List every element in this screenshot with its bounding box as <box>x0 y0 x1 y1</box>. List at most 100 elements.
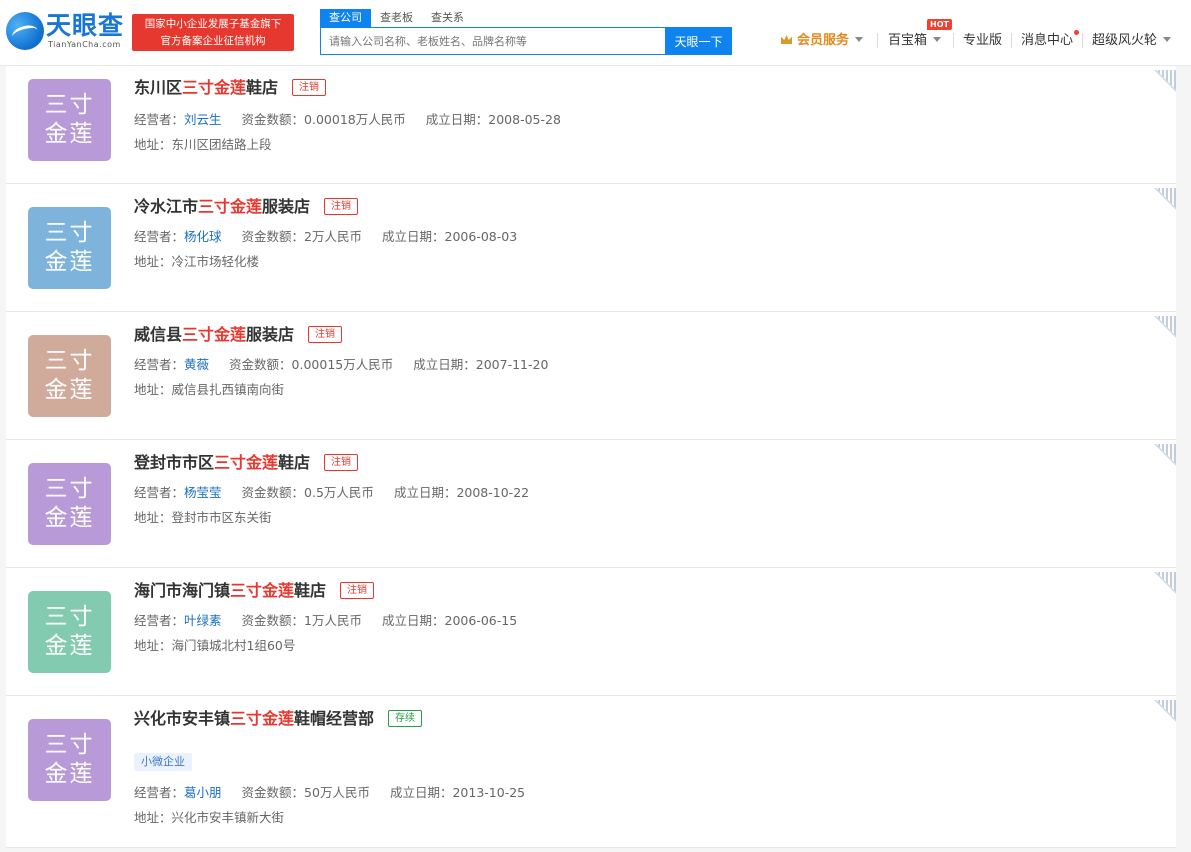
result-card[interactable]: 三寸 金莲 威信县三寸金莲服装店 注销经营者：黄薇 资金数额：0.00015万人民币 成立… <box>6 312 1176 440</box>
slogan-line-1: 国家中小企业发展子基金旗下 <box>144 18 282 30</box>
founded-value: 2008-05-28 <box>488 112 561 127</box>
tab-search-company[interactable]: 查公司 <box>320 9 371 27</box>
company-name-link[interactable]: 威信县三寸金莲服装店 注销 <box>134 324 343 346</box>
founded-value: 2013-10-25 <box>452 785 526 800</box>
company-avatar[interactable]: 三寸 金莲 <box>28 719 111 801</box>
nav-baibaoxiang[interactable]: 百宝箱 <box>888 32 942 50</box>
company-name-highlight: 三寸金莲 <box>214 453 279 472</box>
company-avatar[interactable]: 三寸 金莲 <box>28 79 111 161</box>
qr-code-icon[interactable] <box>1154 572 1176 594</box>
operator-link[interactable]: 杨化球 <box>184 229 222 244</box>
address-label: 地址： <box>134 382 172 397</box>
company-name-suffix: 鞋帽经营部 <box>294 709 375 728</box>
operator-field: 经营者：葛小朋 <box>134 785 222 800</box>
company-name-highlight: 三寸金莲 <box>182 78 247 97</box>
qr-code-icon[interactable] <box>1154 70 1176 92</box>
operator-label: 经营者： <box>134 229 185 244</box>
result-card[interactable]: 三寸 金莲 冷水江市三寸金莲服装店 注销 经营者：杨化球 资金数额：2万人民币 成立日期：2… <box>6 184 1176 312</box>
nav-vip-label: 会员服务 <box>797 33 850 48</box>
founded-field: 成立日期：2008-05-28 <box>426 112 561 127</box>
company-name-highlight: 三寸金莲 <box>230 709 295 728</box>
company-avatar[interactable]: 三寸 金莲 <box>28 335 111 417</box>
qr-code-icon[interactable] <box>1154 700 1176 722</box>
qr-code-icon[interactable] <box>1154 444 1176 466</box>
nav-message-center[interactable]: 消息中心 <box>1021 32 1073 50</box>
founded-value: 2008-10-22 <box>456 485 530 500</box>
company-meta: 经营者：叶绿素 资金数额：1万人民币 成立日期：2006-06-15 <box>134 612 537 630</box>
company-meta: 经营者：黄薇 资金数额：0.00015万人民币 成立日期：2007-11-20 <box>134 356 568 374</box>
company-avatar[interactable]: 三寸 金莲 <box>28 207 111 289</box>
operator-label: 经营者： <box>134 613 185 628</box>
address-field: 地址：东川区团结路上段 <box>134 136 272 154</box>
founded-field: 成立日期：2006-06-15 <box>382 613 517 628</box>
founded-field: 成立日期：2013-10-25 <box>390 785 525 800</box>
result-card[interactable]: 三寸 金莲 登封市市区三寸金莲鞋店 注销 经营者：杨莹莹 资金数额：0.5万人民币 成立日期… <box>6 440 1176 568</box>
company-name-suffix: 鞋店 <box>294 581 327 600</box>
operator-link[interactable]: 刘云生 <box>184 112 222 127</box>
search-input[interactable] <box>320 27 666 55</box>
search-button[interactable]: 天眼一下 <box>665 27 732 55</box>
capital-field: 资金数额：0.5万人民币 <box>242 485 374 500</box>
address-label: 地址： <box>134 638 172 653</box>
scrollbar[interactable] <box>1176 66 1191 852</box>
company-name-link[interactable]: 冷水江市三寸金莲服装店 注销 <box>134 196 359 218</box>
nav-pro-version[interactable]: 专业版 <box>963 32 1002 50</box>
capital-label: 资金数额： <box>241 613 305 628</box>
chevron-down-icon <box>855 37 864 42</box>
result-card[interactable]: 三寸 金莲 东川区三寸金莲鞋店 注销 经营者：刘云生 资金数额：0.00018万人民币 成立… <box>6 66 1176 184</box>
company-meta: 经营者：葛小朋 资金数额：50万人民币 成立日期：2013-10-25 <box>134 784 545 802</box>
founded-value: 2006-06-15 <box>444 613 518 628</box>
company-name-prefix: 登封市市区 <box>134 453 215 472</box>
avatar-text-line: 三寸 <box>44 476 95 502</box>
address-value: 冷江市场轻化楼 <box>171 254 260 269</box>
qr-code-icon[interactable] <box>1154 316 1176 338</box>
company-name-link[interactable]: 海门市海门镇三寸金莲鞋店 注销 <box>134 580 375 602</box>
address-field: 地址：兴化市安丰镇新大街 <box>134 809 284 827</box>
tab-search-relation[interactable]: 查关系 <box>422 9 473 27</box>
company-name-link[interactable]: 登封市市区三寸金莲鞋店 注销 <box>134 452 359 474</box>
capital-field: 资金数额：50万人民币 <box>242 785 370 800</box>
company-avatar[interactable]: 三寸 金莲 <box>28 591 111 673</box>
founded-label: 成立日期： <box>393 485 457 500</box>
operator-link[interactable]: 杨莹莹 <box>184 485 222 500</box>
founded-label: 成立日期： <box>413 357 476 372</box>
tianyancha-logo[interactable]: 天眼查 TianYanCha.com <box>6 10 124 56</box>
qr-code-icon[interactable] <box>1154 188 1176 210</box>
capital-field: 资金数额：0.00015万人民币 <box>229 357 393 372</box>
capital-value: 50万人民币 <box>304 785 370 800</box>
search-result-list: 三寸 金莲 东川区三寸金莲鞋店 注销 经营者：刘云生 资金数额：0.00018万人民币 成立… <box>6 66 1176 848</box>
nav-divider <box>1011 33 1012 48</box>
capital-field: 资金数额：0.00018万人民币 <box>242 112 406 127</box>
nav-username: 超级风火轮 <box>1092 33 1158 48</box>
company-tag[interactable]: 小微企业 <box>134 753 192 771</box>
operator-link[interactable]: 葛小朋 <box>184 785 222 800</box>
nav-user-menu[interactable]: 超级风火轮 <box>1092 32 1172 50</box>
search-tabs: 查公司 查老板 查关系 <box>320 9 473 27</box>
company-name-link[interactable]: 兴化市安丰镇三寸金莲鞋帽经营部 存续 <box>134 708 423 730</box>
tab-search-boss[interactable]: 查老板 <box>371 9 422 27</box>
company-avatar[interactable]: 三寸 金莲 <box>28 463 111 545</box>
operator-link[interactable]: 黄薇 <box>184 357 209 372</box>
company-name-highlight: 三寸金莲 <box>230 581 295 600</box>
founded-label: 成立日期： <box>382 613 445 628</box>
capital-field: 资金数额：1万人民币 <box>242 613 362 628</box>
founded-field: 成立日期：2006-08-03 <box>382 229 517 244</box>
address-label: 地址： <box>134 510 172 525</box>
operator-label: 经营者： <box>134 785 185 800</box>
avatar-text-line: 金莲 <box>44 761 95 787</box>
chevron-down-icon <box>933 37 942 42</box>
company-name-suffix: 服装店 <box>246 325 295 344</box>
operator-field: 经营者：杨化球 <box>134 229 222 244</box>
operator-link[interactable]: 叶绿素 <box>184 613 222 628</box>
company-name-link[interactable]: 东川区三寸金莲鞋店 注销 <box>134 77 327 99</box>
status-badge: 注销 <box>324 198 359 215</box>
result-card[interactable]: 三寸 金莲 海门市海门镇三寸金莲鞋店 注销 经营者：叶绿素 资金数额：1万人民币 成立日期：… <box>6 568 1176 696</box>
avatar-text-line: 金莲 <box>44 505 95 531</box>
capital-label: 资金数额： <box>229 357 292 372</box>
nav-vip-service[interactable]: 会员服务 <box>781 32 864 50</box>
operator-field: 经营者：黄薇 <box>134 357 209 372</box>
founded-field: 成立日期：2008-10-22 <box>394 485 529 500</box>
avatar-text-line: 三寸 <box>44 220 95 246</box>
address-label: 地址： <box>134 137 172 152</box>
result-card[interactable]: 三寸 金莲 兴化市安丰镇三寸金莲鞋帽经营部 存续 小微企业 经营者：葛小朋 资金数额：50万… <box>6 696 1176 848</box>
